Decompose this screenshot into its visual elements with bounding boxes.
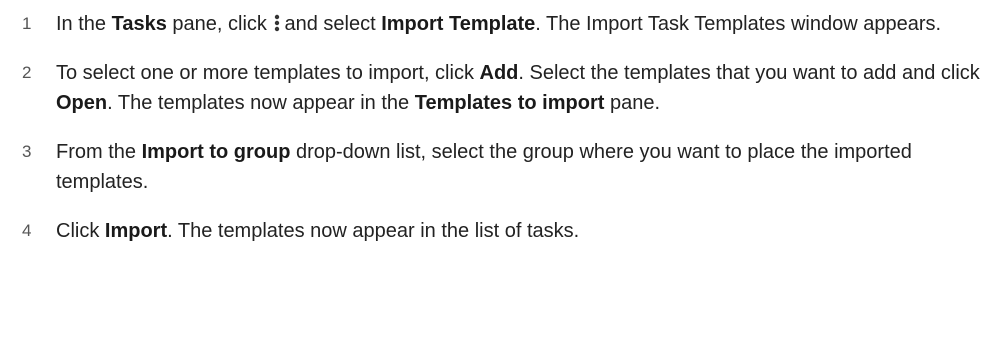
step-2: 2 To select one or more templates to imp… (0, 58, 1006, 118)
ui-term-add: Add (479, 62, 519, 84)
step-4: 4 Click Import. The templates now appear… (0, 216, 1006, 246)
step-text: Click Import. The templates now appear i… (56, 220, 580, 242)
step-text: To select one or more templates to impor… (56, 62, 980, 114)
ui-term-tasks: Tasks (111, 13, 167, 35)
ui-term-import: Import (104, 220, 168, 242)
step-3: 3 From the Import to group drop-down lis… (0, 137, 1006, 197)
step-text: From the Import to group drop-down list,… (56, 141, 912, 193)
step-number: 3 (22, 142, 32, 161)
instruction-steps: 1 In the Tasks pane, click and select Im… (0, 9, 1006, 246)
step-text: In the Tasks pane, click and select Impo… (56, 13, 942, 35)
ui-term-open: Open (56, 92, 108, 114)
step-number: 1 (22, 14, 32, 33)
ui-term-templates-to-import: Templates to import (414, 92, 605, 114)
step-number: 2 (22, 63, 32, 82)
kebab-menu-icon (275, 14, 280, 32)
ui-term-import-template: Import Template (381, 13, 536, 35)
step-1: 1 In the Tasks pane, click and select Im… (0, 9, 1006, 39)
ui-term-import-to-group: Import to group (141, 141, 291, 163)
step-number: 4 (22, 221, 32, 240)
